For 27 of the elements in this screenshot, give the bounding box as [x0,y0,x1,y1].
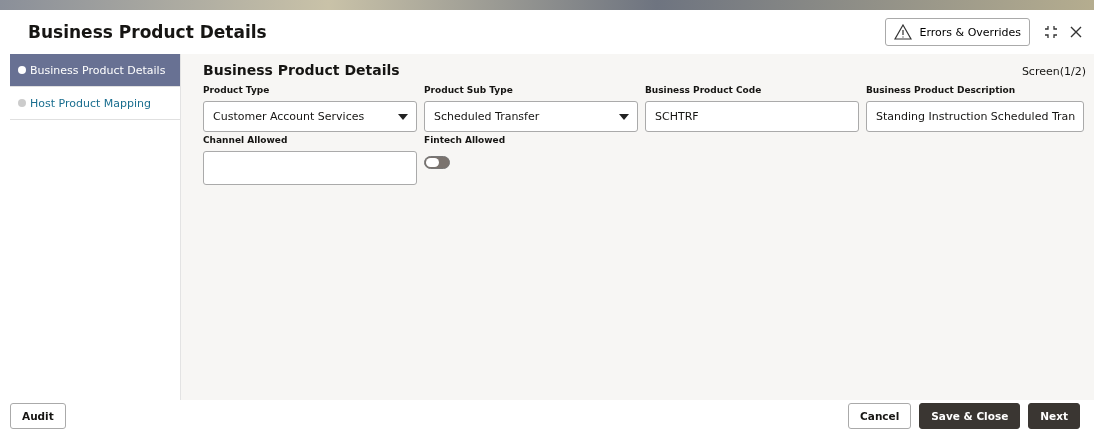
field-label: Product Type [203,85,271,97]
footer-button[interactable]: Next [1028,403,1080,429]
section-title: Business Product Details [203,62,401,78]
field-label: Product Sub Type [424,85,514,97]
caret-icon [398,113,408,120]
errors-overrides-button[interactable]: Errors & Overrides [884,18,1030,46]
input-field[interactable]: SCHTRF [645,101,859,132]
field-label: Fintech Allowed [424,135,507,147]
collapse-icon[interactable] [1044,25,1058,39]
screen-indicator: Screen(1/2) [1021,65,1086,78]
footer-button[interactable]: Cancel [848,403,912,429]
field-label: Business Product Description [866,85,1017,97]
dropdown-field[interactable]: Customer Account Services [203,101,417,132]
footer-button[interactable]: Audit [10,403,66,429]
sidebar-item[interactable]: Host Product Mapping [10,87,180,120]
toggle-switch[interactable] [424,156,450,169]
sidebar-item[interactable]: Business Product Details [10,54,180,87]
field-label: Channel Allowed [203,135,289,147]
close-icon[interactable] [1070,26,1082,38]
caret-icon [619,113,629,120]
input-field[interactable] [203,151,417,185]
footer-button[interactable]: Save & Close [919,403,1021,429]
input-field[interactable]: Standing Instruction Scheduled Tran [866,101,1085,132]
window-title: Business Product Details [28,22,268,42]
field-label: Business Product Code [645,85,763,97]
dropdown-field[interactable]: Scheduled Transfer [424,101,638,132]
warning-icon [893,24,912,40]
